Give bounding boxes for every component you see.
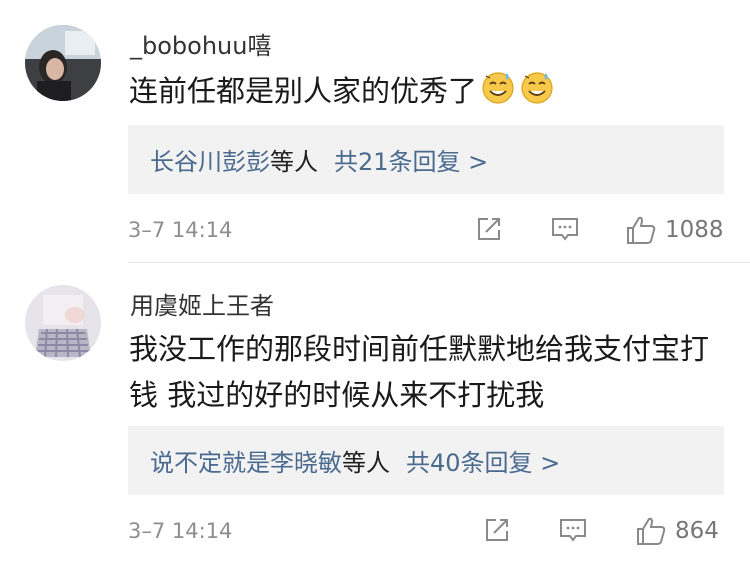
reply-count-link[interactable]: 共21条回复 > — [334, 142, 488, 177]
comment-text: 连前任都是别人家的优秀了 — [129, 68, 719, 118]
comment-body: 连前任都是别人家的优秀了 — [129, 74, 478, 108]
comment-item: 用虞姬上王者 我没工作的那段时间前任默默地给我支付宝打钱 我过的好的时候从来不打… — [0, 263, 750, 561]
avatar[interactable] — [25, 25, 101, 101]
like-button[interactable]: 864 — [635, 515, 719, 547]
like-button[interactable]: 1088 — [625, 214, 724, 246]
timestamp: 3–7 14:14 — [128, 519, 233, 543]
like-count: 864 — [675, 518, 719, 544]
username[interactable]: _bobohuu嘻 — [130, 26, 271, 61]
reply-preview[interactable]: 说不定就是李晓敏 等人 共40条回复 > — [128, 426, 724, 495]
thumbs-up-icon — [627, 216, 656, 244]
reply-count-link[interactable]: 共40条回复 > — [406, 443, 560, 478]
reply-preview[interactable]: 长谷川彭彭 等人 共21条回复 > — [128, 125, 724, 194]
reply-users[interactable]: 长谷川彭彭 — [150, 142, 270, 177]
comment-footer: 3–7 14:14 864 — [0, 511, 750, 551]
timestamp: 3–7 14:14 — [128, 218, 233, 242]
smile-sweat-emoji-icon — [521, 72, 553, 104]
avatar[interactable] — [25, 285, 101, 361]
share-icon[interactable] — [482, 515, 512, 549]
reply-suffix: 等人 — [270, 148, 318, 176]
username[interactable]: 用虞姬上王者 — [130, 286, 274, 321]
like-count: 1088 — [665, 217, 724, 243]
comment-text: 我没工作的那段时间前任默默地给我支付宝打钱 我过的好的时候从来不打扰我 — [129, 332, 710, 412]
smile-sweat-emoji-icon — [482, 72, 514, 104]
thumbs-up-icon — [637, 517, 666, 545]
share-icon[interactable] — [474, 214, 504, 248]
comment-icon[interactable] — [558, 515, 588, 549]
comment-item: _bobohuu嘻 连前任都是别人家的优秀了 长谷川彭彭 等人 共21条回复 > 3… — [0, 0, 750, 262]
comment-icon[interactable] — [550, 214, 580, 248]
emoji-group — [477, 69, 555, 118]
comment-footer: 3–7 14:14 1088 — [0, 210, 750, 250]
reply-users[interactable]: 说不定就是李晓敏 — [150, 443, 342, 478]
reply-suffix: 等人 — [342, 449, 390, 477]
